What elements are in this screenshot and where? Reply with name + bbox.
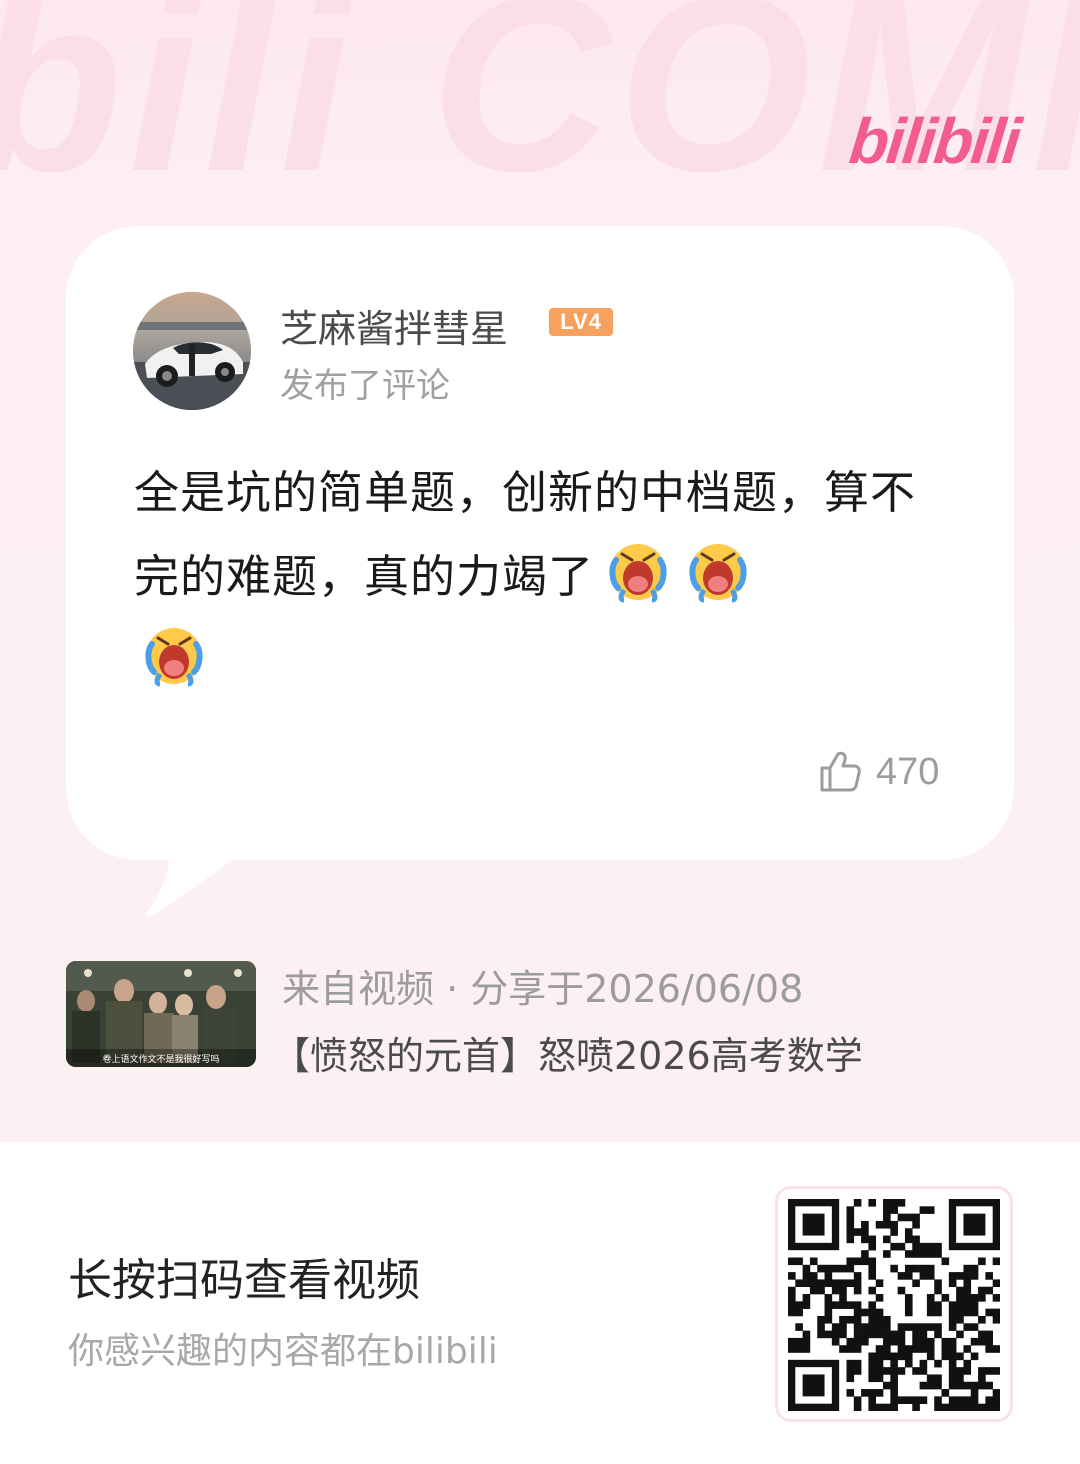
user-name[interactable]: 芝麻酱拌彗星 <box>280 298 508 353</box>
crying-emoji-icon <box>609 544 667 603</box>
qr-code-image <box>788 1199 1000 1411</box>
crying-emoji-icon <box>689 544 747 603</box>
avatar-car-image <box>133 292 251 410</box>
bilibili-logo: bilibili <box>846 105 1023 177</box>
share-card-background: bili COMMENT bilibili 芝麻酱拌彗 <box>0 0 1080 1142</box>
video-title[interactable]: 【愤怒的元首】怒喷2026高考数学 <box>272 1025 863 1080</box>
action-text: 发布了评论 <box>280 366 450 406</box>
level-badge: LV4 <box>549 308 613 336</box>
thumbnail-caption: 卷上语文作文不是我很好写吗 <box>102 1053 219 1065</box>
source-line: 来自视频 · 分享于2026/06/08 <box>282 967 804 1011</box>
avatar[interactable] <box>133 292 251 410</box>
crying-emoji-icon <box>145 628 203 687</box>
like-button[interactable]: 470 <box>816 748 939 796</box>
comment-body: 全是坑的简单题，创新的中档题，算不完的难题，真的力竭了 <box>134 452 954 702</box>
thumbs-up-icon <box>820 751 861 792</box>
like-count: 470 <box>876 750 940 793</box>
scan-title: 长按扫码查看视频 <box>68 1255 420 1306</box>
scan-subtitle: 你感兴趣的内容都在bilibili <box>68 1331 498 1372</box>
video-thumbnail-image: 卷上语文作文不是我很好写吗 <box>66 961 256 1067</box>
comment-text: 全是坑的简单题，创新的中档题，算不完的难题，真的力竭了 <box>134 466 917 603</box>
video-thumbnail[interactable]: 卷上语文作文不是我很好写吗 <box>66 961 256 1067</box>
qr-code[interactable] <box>775 1186 1013 1422</box>
